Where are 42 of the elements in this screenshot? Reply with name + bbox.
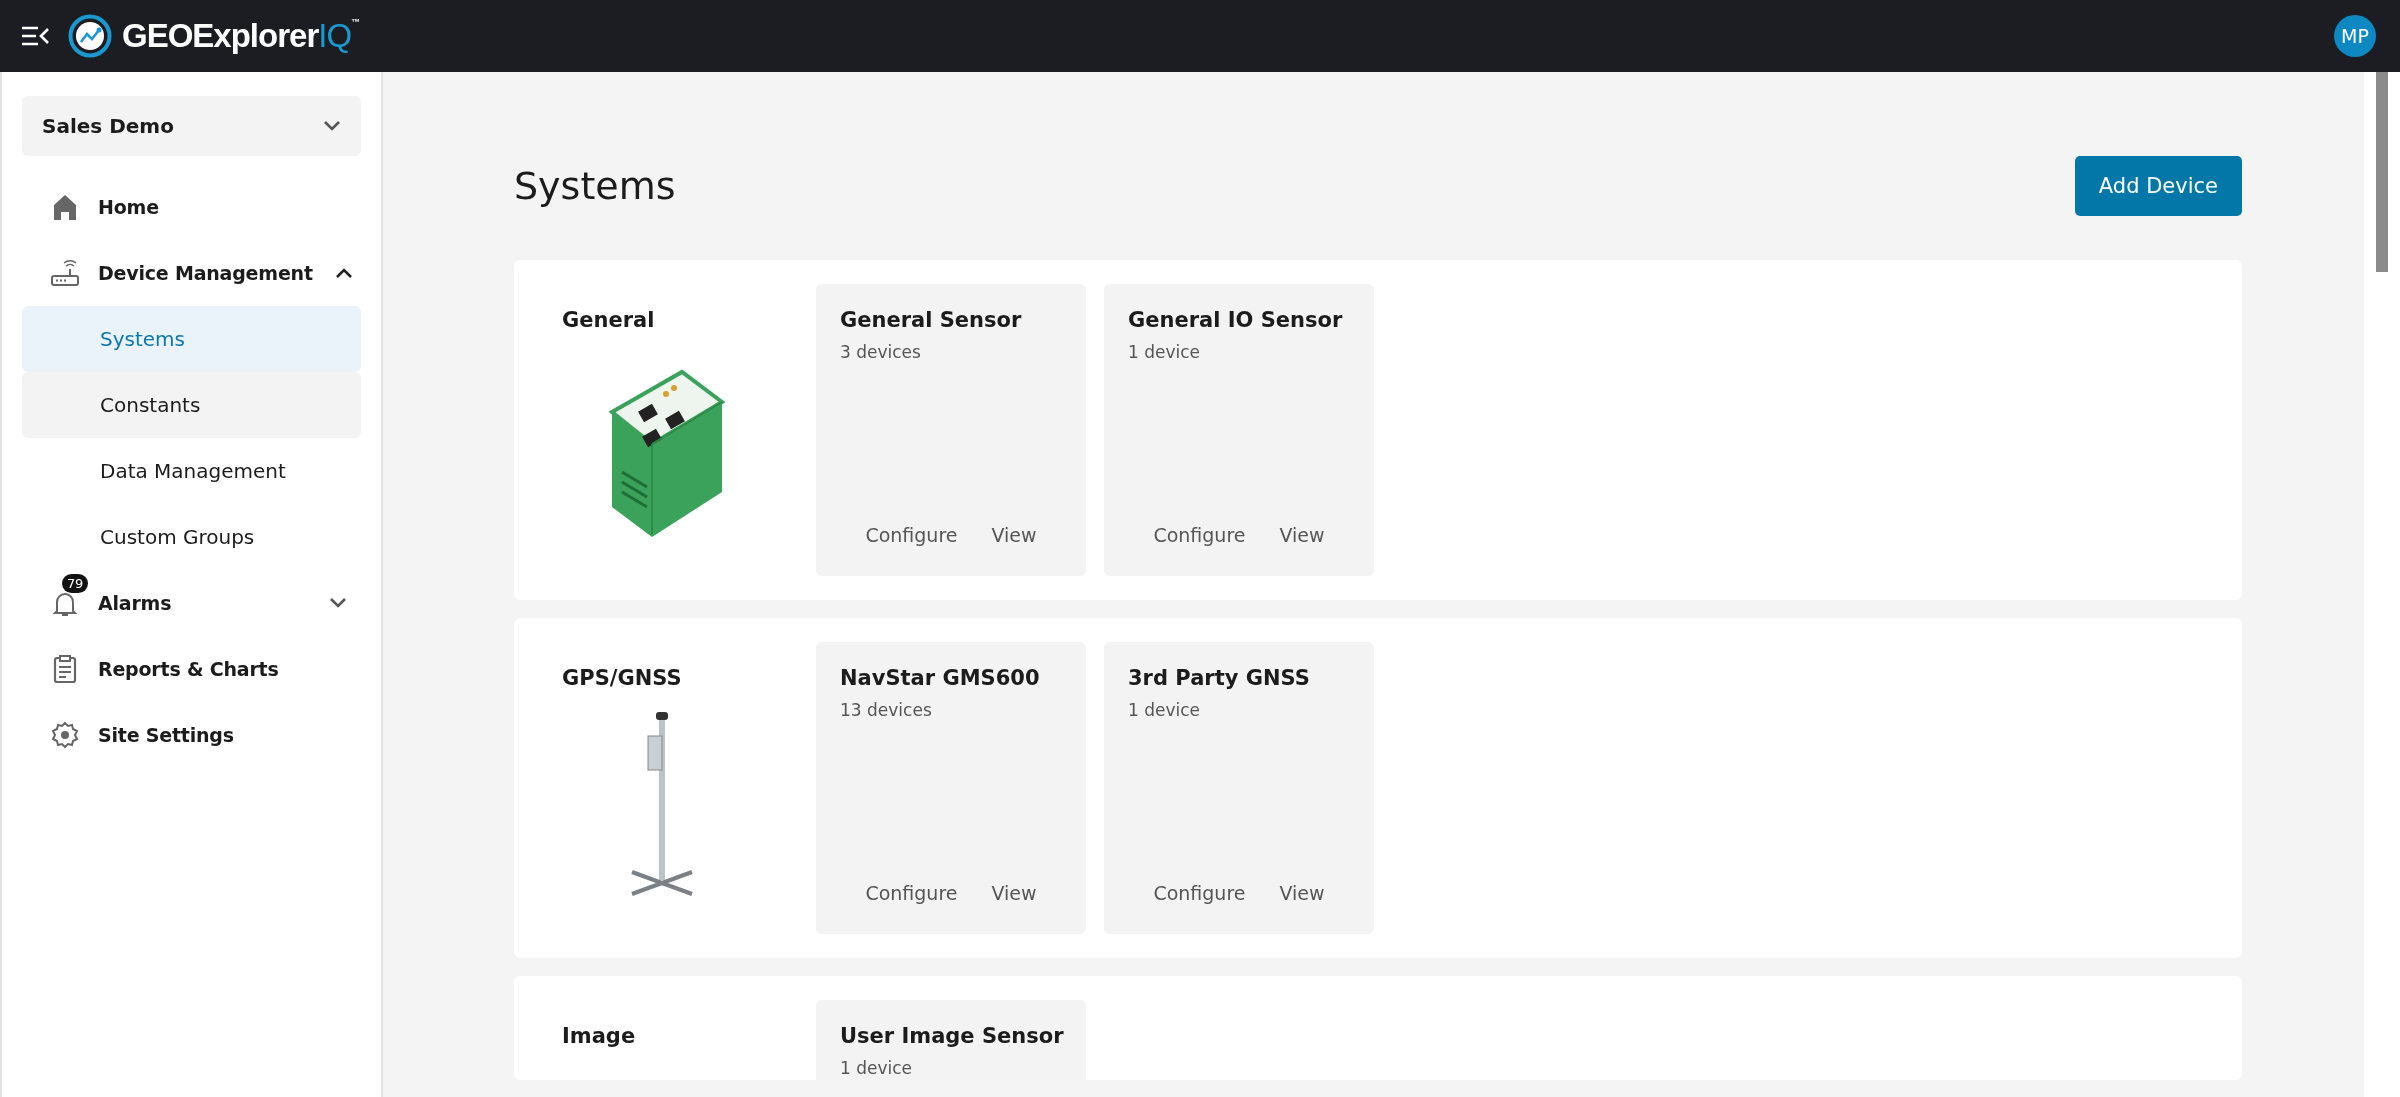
category-name: General xyxy=(562,308,656,332)
nav-subitem[interactable]: Custom Groups xyxy=(22,504,361,570)
settings-icon xyxy=(50,720,80,750)
nav-subitem[interactable]: Systems xyxy=(22,306,361,372)
nav-item[interactable]: Reports & Charts xyxy=(22,636,361,702)
chevron-down-icon xyxy=(323,120,341,132)
configure-link[interactable]: Configure xyxy=(865,882,958,904)
page-title: Systems xyxy=(514,164,676,208)
scrollbar-thumb[interactable] xyxy=(2376,72,2388,272)
nav-item[interactable]: Home xyxy=(22,174,361,240)
category-name: GPS/GNSS xyxy=(562,666,683,690)
configure-link[interactable]: Configure xyxy=(1153,524,1246,546)
add-device-button[interactable]: Add Device xyxy=(2074,156,2242,216)
nav-subitem[interactable]: Constants xyxy=(22,372,361,438)
sensor-name: General Sensor xyxy=(840,308,1023,332)
category-name: Image xyxy=(562,1024,637,1048)
menu-icon[interactable] xyxy=(22,26,50,46)
nav-subitem[interactable]: Data Management xyxy=(22,438,361,504)
device-count: 1 device xyxy=(1128,700,1202,720)
sensor-name: General IO Sensor xyxy=(1128,308,1344,332)
router-icon xyxy=(50,258,80,288)
brand-logo: GEOExplorerIQ$^{™}$ xyxy=(122,17,360,55)
site-selector[interactable]: Sales Demo xyxy=(22,96,361,156)
device-count: 1 device xyxy=(840,1058,914,1078)
configure-link[interactable]: Configure xyxy=(1153,882,1246,904)
device-count: 3 devices xyxy=(840,342,922,362)
sensor-name: 3rd Party GNSS xyxy=(1128,666,1311,690)
nav-item[interactable]: 79 Alarms xyxy=(22,570,361,636)
nav-item[interactable]: Site Settings xyxy=(22,702,361,768)
logo-icon xyxy=(68,14,112,58)
nav-item[interactable]: Device Management xyxy=(22,240,361,306)
count-badge: 79 xyxy=(62,574,89,593)
view-link[interactable]: View xyxy=(1279,524,1325,546)
view-link[interactable]: View xyxy=(991,882,1037,904)
configure-link[interactable]: Configure xyxy=(865,524,958,546)
user-avatar[interactable]: MP xyxy=(2334,15,2376,57)
sensor-name: NavStar GMS600 xyxy=(840,666,1041,690)
view-link[interactable]: View xyxy=(991,524,1037,546)
device-count: 1 device xyxy=(1128,342,1202,362)
sensor-name: User Image Sensor xyxy=(840,1024,1062,1048)
device-count: 13 devices xyxy=(840,700,933,720)
view-link[interactable]: View xyxy=(1279,882,1325,904)
